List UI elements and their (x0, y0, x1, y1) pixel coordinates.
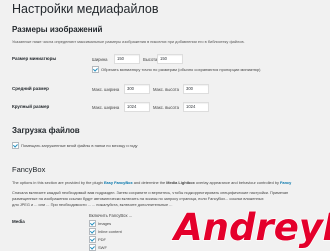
watermark-text: AndreyEX (171, 206, 330, 249)
thumbnail-crop-checkbox[interactable] (92, 66, 99, 73)
thumbnail-width-label: Ширина (92, 57, 108, 62)
media-enable-heading: Включить FancyBox ... (89, 213, 133, 218)
medium-max-height-label: Макс. высота (153, 87, 179, 92)
fancybox-note-line-2: для JPEG и ... или ... При необходимости… (12, 202, 173, 207)
media-inline-content-label: Inline content (98, 229, 122, 234)
media-images-checkbox[interactable] (89, 220, 96, 227)
fancy-link[interactable]: Fancy (280, 180, 291, 185)
organize-uploads-checkbox[interactable] (12, 142, 19, 149)
medium-max-width-input[interactable]: 300 (124, 84, 150, 94)
easy-fancybox-link[interactable]: Easy FancyBox (104, 180, 133, 185)
organize-uploads-label: Помещать загруженные мной файлы в папки … (21, 143, 138, 148)
thumbnail-crop-label: Обрезать миниатюру точно по размерам (об… (101, 67, 261, 72)
fancybox-intro-suffix: overlay appearance and behaviour control… (195, 180, 279, 185)
media-images-label: Images (98, 221, 112, 226)
media-pdf-checkbox[interactable] (89, 236, 96, 243)
medium-max-height-input[interactable]: 300 (183, 84, 209, 94)
media-swf-label: SWF (98, 245, 107, 250)
large-max-width-input[interactable]: 1024 (124, 102, 150, 112)
media-pdf-label: PDF (98, 237, 106, 242)
fancybox-note-line: размещенные на изображения ссылки будут … (12, 196, 264, 201)
page-title: Настройки медиафайлов (12, 2, 159, 16)
andreyex-watermark-logo: AndreyEX (170, 205, 330, 249)
medium-size-label: Средний размер (12, 86, 49, 91)
media-inline-content-checkbox[interactable] (89, 228, 96, 235)
large-size-label: Крупный размер (12, 104, 50, 109)
media-lightbox-text: Media Lightbox (166, 180, 195, 185)
large-max-width-label: Макс. ширина (92, 105, 120, 110)
media-label: Media (12, 219, 25, 224)
fancybox-intro-line: The options in this section are provided… (12, 180, 291, 185)
thumbnail-height-label: Высота (143, 57, 158, 62)
uploads-heading: Загрузка файлов (12, 126, 80, 135)
thumbnail-size-label: Размер миниатюры (12, 56, 57, 61)
fancybox-instructions-line: Сначала включите каждый необходимый вам … (12, 190, 289, 195)
large-max-height-input[interactable]: 1024 (183, 102, 209, 112)
medium-max-width-label: Макс. ширина (92, 87, 120, 92)
fancybox-intro-middle: and determine the (133, 180, 166, 185)
fancybox-intro-prefix: The options in this section are provided… (12, 180, 103, 185)
image-sizes-heading: Размеры изображений (12, 25, 103, 34)
fancybox-heading: FancyBox (12, 165, 46, 174)
thumbnail-height-input[interactable]: 150 (157, 54, 183, 64)
image-sizes-description: Указанные ниже числа определяют максимал… (12, 39, 245, 44)
large-max-height-label: Макс. высота (153, 105, 179, 110)
thumbnail-width-input[interactable]: 150 (114, 54, 140, 64)
